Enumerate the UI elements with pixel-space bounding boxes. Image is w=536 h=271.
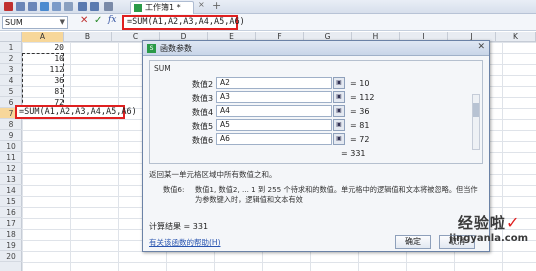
redo-icon[interactable] bbox=[90, 2, 99, 11]
watermark: 经验啦✓ jingyanla.com bbox=[449, 212, 528, 244]
range-picker-icon[interactable]: ▣ bbox=[333, 77, 345, 89]
scrollbar-thumb[interactable] bbox=[473, 103, 479, 117]
function-name: SUM bbox=[154, 64, 171, 73]
print-icon[interactable] bbox=[52, 2, 61, 11]
row-header[interactable]: 5 bbox=[0, 86, 22, 97]
argument-label: 数值6 bbox=[192, 136, 214, 145]
row-header[interactable]: 8 bbox=[0, 119, 22, 130]
checkmark-icon: ✓ bbox=[505, 213, 520, 232]
row-header[interactable]: 19 bbox=[0, 240, 22, 251]
row-header[interactable]: 12 bbox=[0, 163, 22, 174]
close-tab-icon[interactable]: × bbox=[198, 0, 205, 9]
app-menu-icon[interactable] bbox=[4, 2, 13, 11]
row-headers: 1 2 3 4 5 6 7 8 9 10 11 12 13 14 15 16 1… bbox=[0, 42, 22, 271]
row-header[interactable]: 15 bbox=[0, 196, 22, 207]
argument-row: 数值2 A2 ▣ = 10 bbox=[150, 77, 484, 90]
row-header[interactable]: 11 bbox=[0, 152, 22, 163]
select-all-corner[interactable] bbox=[0, 32, 22, 42]
argument-row: 数值3 A3 ▣ = 112 bbox=[150, 91, 484, 104]
row-header[interactable]: 14 bbox=[0, 185, 22, 196]
formula-input[interactable]: =SUM(A1,A2,A3,A4,A5,A6) bbox=[122, 15, 245, 30]
row-header[interactable]: 2 bbox=[0, 53, 22, 64]
open-file-icon[interactable] bbox=[28, 2, 37, 11]
dialog-title-bar[interactable]: S 函数参数 ✕ bbox=[143, 41, 489, 56]
row-header[interactable]: 4 bbox=[0, 75, 22, 86]
function-arguments-dialog: S 函数参数 ✕ SUM 数值2 A2 ▣ = 10 数值3 A3 ▣ = 11… bbox=[142, 40, 490, 252]
column-header[interactable]: B bbox=[64, 32, 112, 42]
save-icon[interactable] bbox=[40, 2, 49, 11]
row-header[interactable]: 17 bbox=[0, 218, 22, 229]
argument-row: 数值4 A4 ▣ = 36 bbox=[150, 105, 484, 118]
dialog-title: 函数参数 bbox=[160, 44, 192, 53]
row-header[interactable]: 3 bbox=[0, 64, 22, 75]
argument-input[interactable]: A3 bbox=[216, 91, 332, 103]
argument-label: 数值3 bbox=[192, 94, 214, 103]
preview-icon[interactable] bbox=[64, 2, 73, 11]
confirm-formula-icon[interactable]: ✓ bbox=[94, 15, 102, 26]
chevron-down-icon[interactable]: ▼ bbox=[60, 17, 65, 28]
function-help-link[interactable]: 有关该函数的帮助(H) bbox=[149, 237, 221, 248]
formula-result: = 331 bbox=[341, 149, 366, 158]
range-picker-icon[interactable]: ▣ bbox=[333, 133, 345, 145]
insert-function-icon[interactable]: fx bbox=[108, 15, 116, 25]
argument-label: 数值2 bbox=[192, 80, 214, 89]
parameter-description: 数值1, 数值2, ... 1 到 255 个待求和的数值。单元格中的逻辑值和文… bbox=[195, 185, 478, 204]
range-picker-icon[interactable]: ▣ bbox=[333, 105, 345, 117]
range-picker-icon[interactable]: ▣ bbox=[333, 119, 345, 131]
argument-value: = 112 bbox=[350, 93, 375, 102]
close-icon[interactable]: ✕ bbox=[477, 42, 485, 52]
row-header[interactable]: 10 bbox=[0, 141, 22, 152]
formula-bar: SUM ▼ ✕ ✓ fx =SUM(A1,A2,A3,A4,A5,A6) bbox=[0, 14, 536, 31]
active-cell-a7[interactable]: =SUM(A1,A2,A3,A4,A5,A6) bbox=[15, 105, 137, 119]
cell-a1[interactable]: 20 bbox=[22, 42, 64, 53]
row-header[interactable]: 9 bbox=[0, 130, 22, 141]
argument-input[interactable]: A2 bbox=[216, 77, 332, 89]
argument-value: = 72 bbox=[350, 135, 370, 144]
ok-button[interactable]: 确定 bbox=[395, 235, 431, 249]
column-header[interactable]: K bbox=[496, 32, 536, 42]
argument-value: = 36 bbox=[350, 107, 370, 116]
argument-value: = 10 bbox=[350, 79, 370, 88]
spreadsheet-icon bbox=[134, 4, 142, 12]
function-description: 返回某一单元格区域中所有数值之和。 bbox=[149, 170, 277, 179]
argument-input[interactable]: A5 bbox=[216, 119, 332, 131]
undo-icon[interactable] bbox=[78, 2, 87, 11]
row-header[interactable]: 16 bbox=[0, 207, 22, 218]
range-picker-icon[interactable]: ▣ bbox=[333, 91, 345, 103]
workbook-tab-title: 工作簿1 * bbox=[145, 3, 181, 12]
new-file-icon[interactable] bbox=[16, 2, 25, 11]
row-header[interactable]: 13 bbox=[0, 174, 22, 185]
reference-marquee bbox=[22, 53, 64, 108]
title-bar: 工作簿1 * × + bbox=[0, 0, 536, 14]
watermark-title: 经验啦 bbox=[457, 214, 506, 232]
new-tab-icon[interactable]: + bbox=[212, 0, 221, 12]
cancel-formula-icon[interactable]: ✕ bbox=[80, 15, 88, 26]
arguments-group: SUM 数值2 A2 ▣ = 10 数值3 A3 ▣ = 112 数值4 A4 … bbox=[149, 60, 483, 164]
calculation-result: 计算结果 = 331 bbox=[149, 222, 209, 231]
argument-row: 数值6 A6 ▣ = 72 bbox=[150, 133, 484, 146]
row-header[interactable]: 18 bbox=[0, 229, 22, 240]
row-header[interactable]: 20 bbox=[0, 251, 22, 262]
parameter-name: 数值6: bbox=[163, 185, 185, 194]
argument-value: = 81 bbox=[350, 121, 370, 130]
argument-input[interactable]: A6 bbox=[216, 133, 332, 145]
column-header[interactable]: A bbox=[22, 32, 64, 42]
name-box-value: SUM bbox=[5, 18, 23, 27]
argument-label: 数值5 bbox=[192, 122, 214, 131]
row-header[interactable]: 1 bbox=[0, 42, 22, 53]
argument-input[interactable]: A4 bbox=[216, 105, 332, 117]
watermark-url: jingyanla.com bbox=[449, 233, 528, 244]
workbook-tab[interactable]: 工作簿1 * bbox=[130, 1, 194, 14]
argument-row: 数值5 A5 ▣ = 81 bbox=[150, 119, 484, 132]
quick-access-dropdown-icon[interactable] bbox=[104, 2, 113, 11]
argument-label: 数值4 bbox=[192, 108, 214, 117]
arguments-scrollbar[interactable] bbox=[472, 94, 480, 150]
name-box[interactable]: SUM ▼ bbox=[2, 16, 68, 29]
spreadsheet-icon: S bbox=[147, 44, 156, 53]
